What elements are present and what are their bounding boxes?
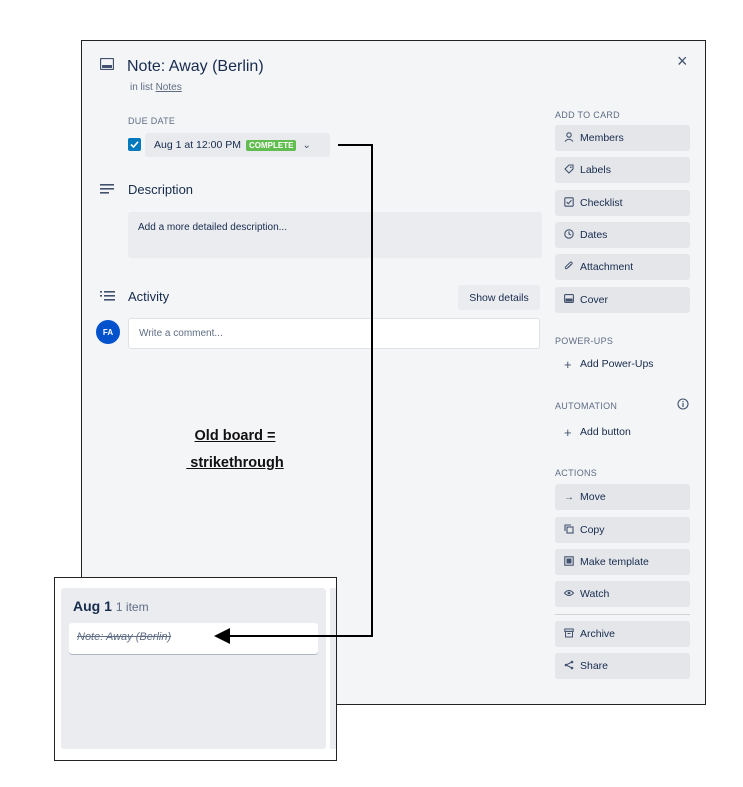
dates-button[interactable]: Dates [555, 222, 690, 248]
avatar[interactable]: FA [96, 320, 120, 344]
attachment-button[interactable]: Attachment [555, 254, 690, 280]
move-button[interactable]: → Move [555, 484, 690, 510]
info-icon[interactable] [677, 398, 689, 410]
archive-icon [564, 628, 580, 641]
share-icon [564, 660, 580, 673]
due-date-checkbox[interactable] [128, 138, 141, 151]
copy-button[interactable]: Copy [555, 517, 690, 543]
annotation-text: Old board = strikethrough [160, 423, 310, 477]
copy-label: Copy [580, 524, 605, 536]
share-label: Share [580, 660, 609, 672]
add-powerups-button[interactable]: + Add Power-Ups [555, 352, 690, 376]
cover-button[interactable]: Cover [555, 287, 690, 313]
divider [555, 614, 690, 615]
comment-input[interactable]: Write a comment... [128, 318, 540, 349]
annotation-line-2: strikethrough [186, 455, 284, 471]
template-icon [564, 555, 580, 569]
due-date-label: DUE DATE [128, 116, 176, 126]
actions-label: ACTIONS [555, 468, 598, 478]
add-button-button[interactable]: + Add button [555, 420, 690, 444]
annotation-line-1: Old board = [194, 428, 276, 444]
activity-title: Activity [128, 289, 170, 304]
checklist-icon [564, 196, 580, 210]
activity-icon [100, 291, 115, 301]
description-input[interactable]: Add a more detailed description... [128, 212, 542, 258]
move-label: Move [580, 491, 606, 503]
tag-icon [564, 163, 580, 177]
add-button-text: Add button [580, 426, 631, 438]
labels-button[interactable]: Labels [555, 157, 690, 183]
labels-label: Labels [580, 164, 611, 176]
due-date-button[interactable]: Aug 1 at 12:00 PM COMPLETE ⌄ [145, 133, 330, 157]
powerups-label: POWER-UPS [555, 336, 614, 346]
description-title: Description [128, 182, 194, 197]
archive-label: Archive [580, 628, 616, 640]
checklist-button[interactable]: Checklist [555, 190, 690, 216]
add-powerups-text: Add Power-Ups [580, 358, 654, 370]
description-icon [100, 184, 114, 194]
automation-label: AUTOMATION [555, 401, 618, 411]
make-template-label: Make template [580, 556, 649, 568]
check-icon [130, 141, 139, 149]
paperclip-icon [564, 261, 580, 274]
members-button[interactable]: Members [555, 125, 690, 151]
eye-icon [563, 589, 580, 600]
add-to-card-label: ADD TO CARD [555, 110, 620, 120]
in-list-prefix: in list [130, 82, 153, 93]
due-date-value: Aug 1 at 12:00 PM [154, 139, 241, 151]
share-button[interactable]: Share [555, 653, 690, 679]
list-title: Aug 1 [73, 598, 112, 614]
list-header: Aug 11 item [73, 598, 149, 614]
complete-badge: COMPLETE [245, 139, 297, 151]
chevron-down-icon: ⌄ [302, 139, 311, 151]
list-count: 1 item [115, 600, 149, 614]
close-icon[interactable]: × [677, 51, 688, 72]
show-details-button[interactable]: Show details [458, 285, 540, 310]
cover-icon [564, 294, 580, 306]
arrow-right-icon: → [564, 491, 574, 503]
card-icon [100, 58, 114, 70]
members-label: Members [580, 132, 624, 144]
card-title[interactable]: Note: Away (Berlin) [127, 58, 264, 76]
plus-icon: + [564, 424, 572, 440]
old-board-next-list [330, 588, 336, 749]
list-link[interactable]: Notes [156, 82, 182, 93]
checklist-label: Checklist [580, 197, 623, 209]
archive-button[interactable]: Archive [555, 621, 690, 647]
list-reference: in list Notes [130, 82, 182, 93]
plus-icon: + [564, 356, 572, 372]
make-template-button[interactable]: Make template [555, 549, 690, 575]
cover-label: Cover [580, 294, 609, 306]
clock-icon [564, 228, 580, 242]
person-icon [564, 131, 580, 145]
dates-label: Dates [580, 229, 608, 241]
watch-label: Watch [580, 588, 610, 600]
copy-icon [564, 523, 580, 537]
strikethrough-card[interactable]: Note: Away (Berlin) [69, 623, 318, 654]
attachment-label: Attachment [580, 261, 634, 273]
watch-button[interactable]: Watch [555, 581, 690, 607]
